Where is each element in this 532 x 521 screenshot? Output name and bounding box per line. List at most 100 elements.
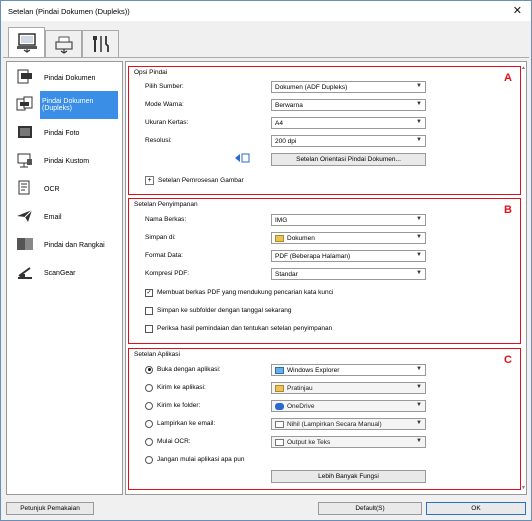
scan-options-group: Opsi Pindai A Pilih Sumber: Dokumen (ADF… xyxy=(128,66,521,195)
annotation-letter: B xyxy=(504,204,512,216)
open-with-app-select[interactable]: Windows Explorer ▼ xyxy=(271,364,426,376)
sidebar-item-label: Pindai Kustom xyxy=(44,157,90,165)
group-title: Opsi Pindai xyxy=(134,69,168,76)
resolution-select[interactable]: 200 dpi ▼ xyxy=(271,135,426,147)
pdf-compression-label: Kompresi PDF: xyxy=(145,270,190,277)
folder-icon xyxy=(275,234,284,242)
document-icon xyxy=(275,420,284,428)
sidebar-item-label: Pindai Dokumen (Dupleks) xyxy=(40,91,118,119)
sidebar-item-label: ScanGear xyxy=(44,269,76,277)
attach-email-select[interactable]: Nihil (Lampirkan Secara Manual) ▼ xyxy=(271,418,426,430)
sidebar-item-photo[interactable]: Pindai Foto xyxy=(10,118,120,148)
chevron-down-icon: ▼ xyxy=(416,384,422,390)
send-to-folder-select[interactable]: OneDrive ▼ xyxy=(271,400,426,412)
pdf-compression-select[interactable]: Standar ▼ xyxy=(271,268,426,280)
orientation-settings-button[interactable]: Setelan Orientasi Pindai Dokumen... xyxy=(271,153,426,166)
application-settings-group: Setelan Aplikasi C Buka dengan aplikasi:… xyxy=(128,348,521,490)
resolution-label: Resolusi: xyxy=(145,137,172,144)
settings-window: Setelan (Pindai Dokumen (Dupleks)) ✕ Pin… xyxy=(0,0,532,521)
folder-icon xyxy=(275,384,284,392)
cloud-icon xyxy=(275,402,284,410)
no-app-radio[interactable]: Jangan mulai aplikasi apa pun xyxy=(145,454,244,465)
more-functions-button[interactable]: Lebih Banyak Fungsi xyxy=(271,470,426,483)
scan-and-stitch-icon xyxy=(10,236,40,255)
source-label: Pilih Sumber: xyxy=(145,83,184,90)
color-mode-select[interactable]: Berwarna ▼ xyxy=(271,99,426,111)
sidebar-item-label: Pindai Dokumen xyxy=(44,74,96,82)
save-settings-group: Setelan Penyimpanan B Nama Berkas: IMG ▼ … xyxy=(128,198,521,344)
chevron-down-icon: ▼ xyxy=(416,420,422,426)
scan-from-computer-icon xyxy=(16,33,37,53)
sidebar-item-email[interactable]: Email xyxy=(10,202,120,232)
footer: Petunjuk Pemakaian Default(S) OK xyxy=(1,500,531,520)
sidebar-item-label: Email xyxy=(44,213,62,221)
scan-from-panel-icon xyxy=(54,36,73,54)
expand-icon: + xyxy=(145,176,154,185)
sidebar-item-ocr[interactable]: OCR xyxy=(10,174,120,204)
sidebar-item-document[interactable]: Pindai Dokumen xyxy=(10,63,120,93)
image-processing-label: Setelan Pemrosesan Gambar xyxy=(158,177,244,184)
paper-size-select[interactable]: A4 ▼ xyxy=(271,117,426,129)
title-bar: Setelan (Pindai Dokumen (Dupleks)) ✕ xyxy=(1,1,531,21)
chevron-down-icon: ▼ xyxy=(416,438,422,444)
scroll-down-icon[interactable]: ▼ xyxy=(521,485,526,491)
sidebar-item-label: Pindai Foto xyxy=(44,129,80,137)
scrollbar[interactable]: ▲ ▼ xyxy=(521,65,528,491)
chevron-down-icon: ▼ xyxy=(416,83,422,89)
chevron-down-icon: ▼ xyxy=(416,234,422,240)
chevron-down-icon: ▼ xyxy=(416,402,422,408)
photo-scan-icon xyxy=(10,124,40,143)
tab-scan-from-panel[interactable] xyxy=(45,30,82,57)
data-format-select[interactable]: PDF (Beberapa Halaman) ▼ xyxy=(271,250,426,262)
sidebar-item-duplex-document[interactable]: Pindai Dokumen (Dupleks) xyxy=(10,90,120,120)
sidebar-item-custom[interactable]: Pindai Kustom xyxy=(10,146,120,176)
chevron-down-icon: ▼ xyxy=(416,119,422,125)
sidebar: Pindai Dokumen Pindai Dokumen (Dupleks) … xyxy=(6,61,123,495)
sidebar-item-scangear[interactable]: ScanGear xyxy=(10,258,120,288)
subfolder-checkbox[interactable]: Simpan ke subfolder dengan tanggal sekar… xyxy=(145,305,291,316)
defaults-button[interactable]: Default(S) xyxy=(318,502,422,515)
email-icon xyxy=(10,208,40,227)
general-settings-tools-icon xyxy=(92,36,109,52)
save-in-select[interactable]: Dokumen ▼ xyxy=(271,232,426,244)
open-with-app-radio[interactable]: Buka dengan aplikasi: xyxy=(145,364,221,375)
close-icon[interactable]: ✕ xyxy=(513,4,522,17)
source-select[interactable]: Dokumen (ADF Dupleks) ▼ xyxy=(271,81,426,93)
document-scan-icon xyxy=(10,69,40,88)
scangear-icon xyxy=(10,264,40,283)
attach-email-radio[interactable]: Lampirkan ke email: xyxy=(145,418,215,429)
settings-content: Opsi Pindai A Pilih Sumber: Dokumen (ADF… xyxy=(125,61,527,495)
send-to-app-select[interactable]: Pratinjau ▼ xyxy=(271,382,426,394)
tab-divider xyxy=(3,57,529,58)
keyword-search-checkbox[interactable]: ✓ Membuat berkas PDF yang mendukung penca… xyxy=(145,287,333,298)
filename-select[interactable]: IMG ▼ xyxy=(271,214,426,226)
start-ocr-radio[interactable]: Mulai OCR: xyxy=(145,436,191,447)
custom-scan-icon xyxy=(10,152,40,171)
ok-button[interactable]: OK xyxy=(426,502,526,515)
review-results-checkbox[interactable]: Periksa hasil pemindaian dan tentukan se… xyxy=(145,323,332,334)
paper-size-label: Ukuran Kertas: xyxy=(145,119,189,126)
checkmark-icon: ✓ xyxy=(145,288,153,297)
duplex-document-scan-icon xyxy=(10,96,40,115)
scroll-up-icon[interactable]: ▲ xyxy=(521,65,526,71)
image-processing-toggle[interactable]: + Setelan Pemrosesan Gambar xyxy=(145,176,244,185)
color-mode-label: Mode Warna: xyxy=(145,101,184,108)
sidebar-item-stitch[interactable]: Pindai dan Rangkai xyxy=(10,230,120,260)
user-guide-button[interactable]: Petunjuk Pemakaian xyxy=(6,502,94,515)
send-to-folder-radio[interactable]: Kirim ke folder: xyxy=(145,400,200,411)
start-ocr-select[interactable]: Output ke Teks ▼ xyxy=(271,436,426,448)
tab-general-settings[interactable] xyxy=(82,30,119,57)
chevron-down-icon: ▼ xyxy=(416,252,422,258)
filename-label: Nama Berkas: xyxy=(145,216,187,223)
sidebar-item-label: Pindai dan Rangkai xyxy=(44,241,105,249)
window-title: Setelan (Pindai Dokumen (Dupleks)) xyxy=(8,7,130,16)
annotation-letter: C xyxy=(504,354,512,366)
chevron-down-icon: ▼ xyxy=(416,137,422,143)
sidebar-item-label: OCR xyxy=(44,185,60,193)
save-in-label: Simpan di: xyxy=(145,234,176,241)
tab-scan-from-computer[interactable] xyxy=(8,27,45,58)
data-format-label: Format Data: xyxy=(145,252,183,259)
group-title: Setelan Aplikasi xyxy=(134,351,180,358)
ocr-icon xyxy=(10,180,40,199)
send-to-app-radio[interactable]: Kirim ke aplikasi: xyxy=(145,382,206,393)
